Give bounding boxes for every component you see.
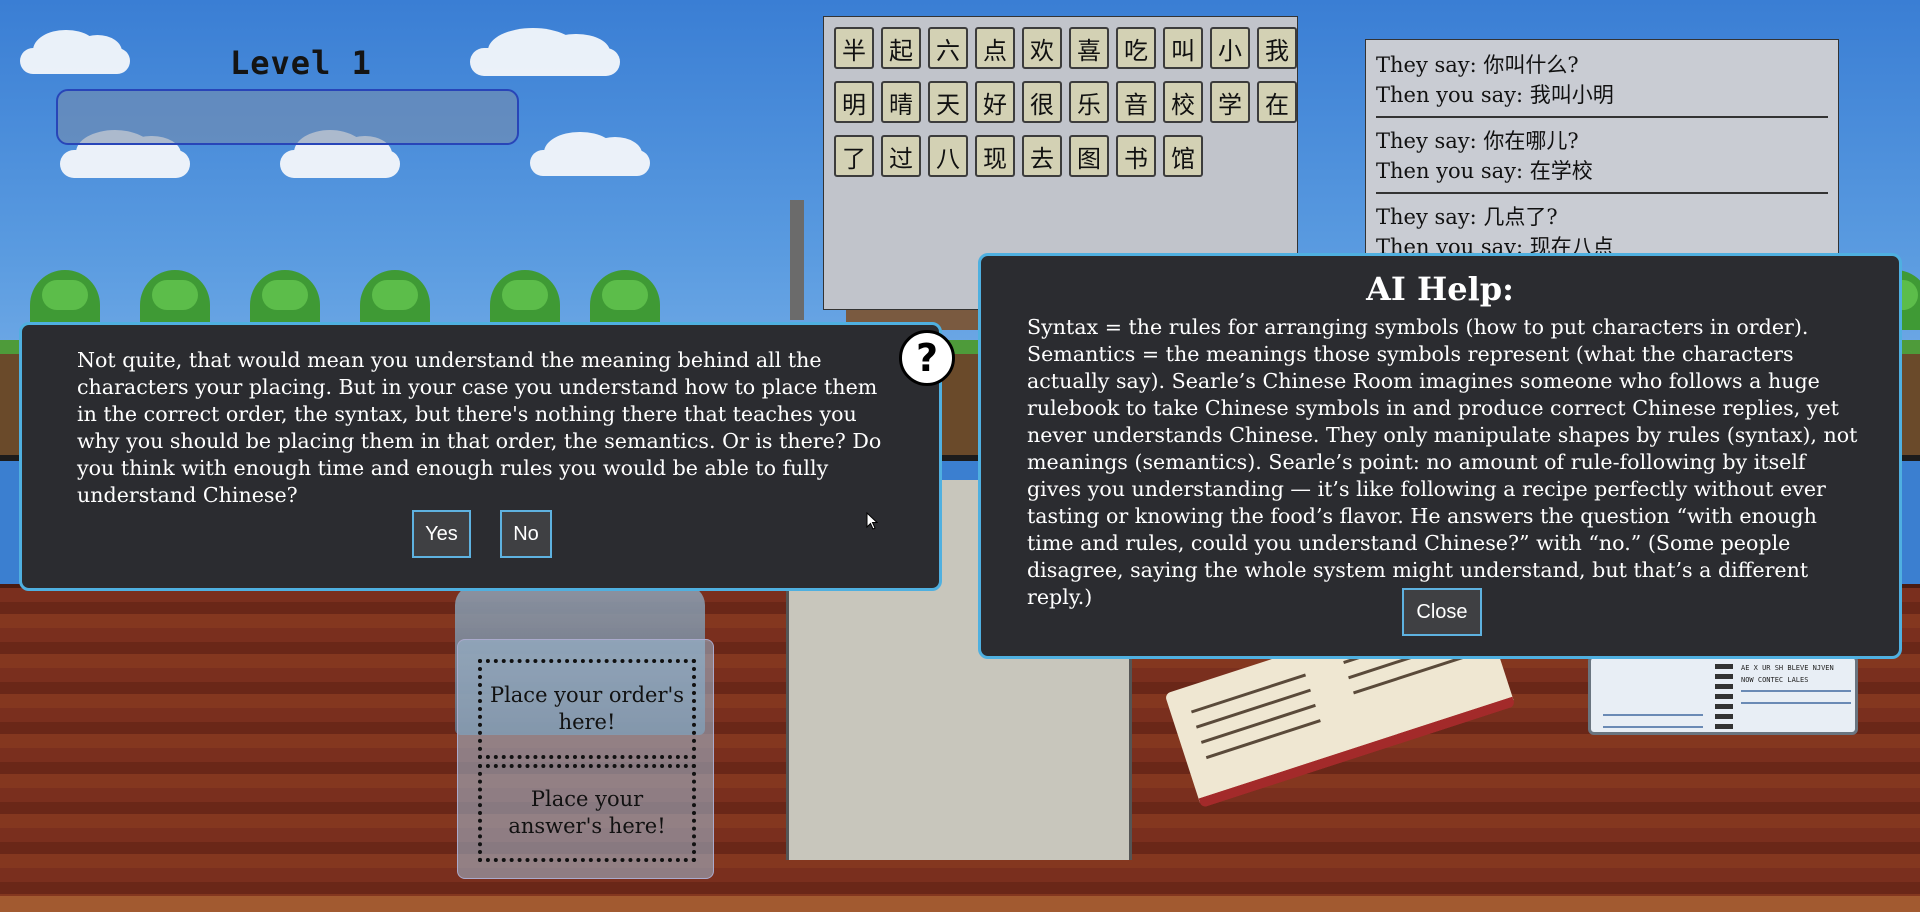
cloud bbox=[280, 130, 400, 178]
character-tile[interactable]: 了 bbox=[834, 135, 874, 177]
rule-you-say: Then you say: 在学校 bbox=[1376, 159, 1593, 183]
yes-button[interactable]: Yes bbox=[412, 510, 471, 558]
submit-area: Place your order's here! Place your answ… bbox=[457, 639, 714, 879]
notebook-rings bbox=[1715, 664, 1733, 732]
character-tile[interactable]: 音 bbox=[1116, 81, 1156, 123]
character-tile[interactable]: 天 bbox=[928, 81, 968, 123]
character-tile[interactable]: 吃 bbox=[1116, 27, 1156, 69]
character-tile[interactable]: 喜 bbox=[1069, 27, 1109, 69]
rule-entry: They say: 你在哪儿? Then you say: 在学校 bbox=[1376, 124, 1828, 194]
character-tile[interactable]: 现 bbox=[975, 135, 1015, 177]
close-button[interactable]: Close bbox=[1402, 588, 1482, 636]
mouse-cursor-icon bbox=[866, 512, 878, 530]
ai-help-title: AI Help: bbox=[1366, 270, 1514, 308]
character-tile[interactable]: 学 bbox=[1210, 81, 1250, 123]
cloud bbox=[470, 28, 620, 76]
character-tile[interactable]: 馆 bbox=[1163, 135, 1203, 177]
character-tile[interactable]: 小 bbox=[1210, 27, 1250, 69]
ai-help-dialog: AI Help: Syntax = the rules for arrangin… bbox=[978, 253, 1902, 659]
table-bottom bbox=[0, 896, 1920, 912]
answer-drop-zone[interactable]: Place your answer's here! bbox=[478, 764, 696, 862]
character-tile[interactable]: 我 bbox=[1257, 27, 1297, 69]
notebook-text: AE X UR SH BLEVE NJVEN bbox=[1741, 664, 1834, 672]
pipe bbox=[790, 200, 804, 320]
character-tile[interactable]: 图 bbox=[1069, 135, 1109, 177]
rule-they-say: They say: 你在哪儿? bbox=[1376, 129, 1579, 153]
cloud bbox=[60, 130, 190, 178]
ai-help-text: Syntax = the rules for arranging symbols… bbox=[1027, 315, 1858, 609]
character-tile[interactable]: 晴 bbox=[881, 81, 921, 123]
feedback-message: Not quite, that would mean you understan… bbox=[77, 348, 882, 507]
character-tile[interactable]: 去 bbox=[1022, 135, 1062, 177]
help-icon[interactable]: ? bbox=[899, 330, 955, 386]
rule-you-say: Then you say: 我叫小明 bbox=[1376, 83, 1614, 107]
rule-entry: They say: 你叫什么? Then you say: 我叫小明 bbox=[1376, 48, 1828, 118]
character-tile[interactable]: 在 bbox=[1257, 81, 1297, 123]
level-title: Level 1 bbox=[230, 44, 372, 82]
character-tile[interactable]: 很 bbox=[1022, 81, 1062, 123]
character-tile[interactable]: 过 bbox=[881, 135, 921, 177]
character-grid: 半起六点欢喜吃叫小我明晴天好很乐音校学在了过八现去图书馆 bbox=[834, 27, 1314, 189]
character-tile[interactable]: 点 bbox=[975, 27, 1015, 69]
notebook-text: NOW CONTEC LALES bbox=[1741, 676, 1809, 684]
character-tile[interactable]: 叫 bbox=[1163, 27, 1203, 69]
rule-they-say: They say: 你叫什么? bbox=[1376, 53, 1579, 77]
character-tile[interactable]: 明 bbox=[834, 81, 874, 123]
character-tile[interactable]: 乐 bbox=[1069, 81, 1109, 123]
order-drop-zone[interactable]: Place your order's here! bbox=[478, 659, 696, 759]
character-tile[interactable]: 六 bbox=[928, 27, 968, 69]
rulebook-panel: They say: 你叫什么? Then you say: 我叫小明 They … bbox=[1365, 39, 1839, 267]
character-tile[interactable]: 书 bbox=[1116, 135, 1156, 177]
cloud bbox=[530, 131, 650, 176]
rule-they-say: They say: 几点了? bbox=[1376, 205, 1558, 229]
character-tile[interactable]: 校 bbox=[1163, 81, 1203, 123]
feedback-dialog: Not quite, that would mean you understan… bbox=[19, 322, 955, 591]
character-tile[interactable]: 好 bbox=[975, 81, 1015, 123]
character-tile[interactable]: 半 bbox=[834, 27, 874, 69]
cloud bbox=[20, 29, 130, 74]
notebook: AE X UR SH BLEVE NJVEN NOW CONTEC LALES bbox=[1588, 655, 1858, 735]
no-button[interactable]: No bbox=[500, 510, 552, 558]
character-tile[interactable]: 欢 bbox=[1022, 27, 1062, 69]
level-progress-bar bbox=[56, 89, 519, 145]
character-tile[interactable]: 起 bbox=[881, 27, 921, 69]
character-tile[interactable]: 八 bbox=[928, 135, 968, 177]
